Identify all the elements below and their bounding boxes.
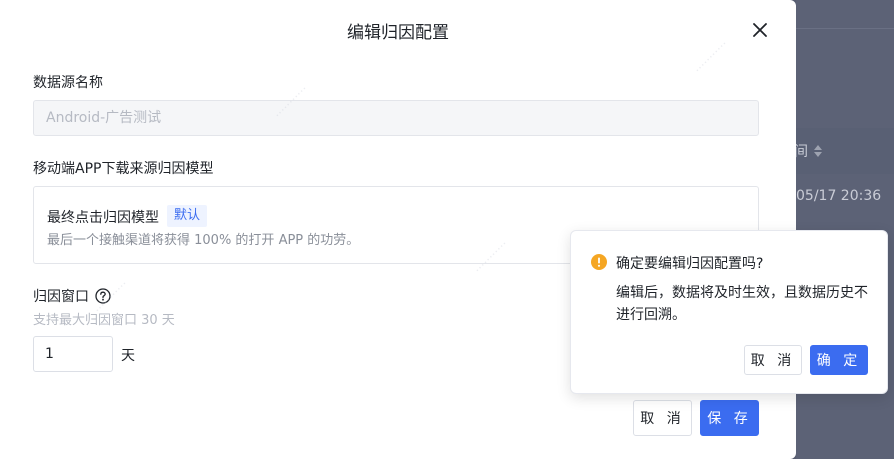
close-icon — [753, 23, 767, 37]
help-icon[interactable] — [95, 288, 111, 304]
popover-title: 确定要编辑归因配置吗? — [616, 256, 764, 272]
confirm-popover: 确定要编辑归因配置吗? 编辑后，数据将及时生效，且数据历史不进行回溯。 取 消 … — [570, 230, 888, 394]
attribution-window-label: 归因窗口 — [33, 286, 111, 306]
close-button[interactable] — [749, 19, 771, 41]
popover-cancel-button[interactable]: 取 消 — [744, 345, 802, 375]
warning-icon — [591, 254, 607, 274]
popover-body: 编辑后，数据将及时生效，且数据历史不进行回溯。 — [616, 285, 868, 323]
attribution-model-label: 移动端APP下载来源归因模型 — [33, 161, 214, 177]
save-button[interactable]: 保 存 — [700, 400, 759, 436]
modal-title: 编辑归因配置 — [347, 23, 449, 43]
attribution-window-input[interactable]: 1 — [33, 336, 113, 372]
model-description: 最后一个接触渠道将获得 100% 的打开 APP 的功劳。 — [47, 233, 360, 248]
cancel-button[interactable]: 取 消 — [633, 400, 692, 436]
data-source-input: Android-广告测试 — [33, 100, 759, 136]
popover-confirm-button[interactable]: 确 定 — [810, 345, 868, 375]
default-badge: 默认 — [167, 205, 208, 227]
model-name: 最终点击归因模型 — [47, 210, 159, 226]
sort-icon — [814, 145, 822, 157]
attribution-window-label-text: 归因窗口 — [33, 289, 89, 305]
watermark: ··········· — [691, 37, 731, 77]
data-source-label: 数据源名称 — [33, 75, 103, 91]
background-column-header: 间 — [794, 128, 894, 174]
background-table-cell: 05/17 20:36 — [796, 188, 882, 204]
background-divider — [796, 28, 894, 29]
background-column-header-label: 间 — [794, 144, 808, 160]
attribution-window-hint: 支持最大归因窗口 30 天 — [33, 313, 175, 328]
attribution-window-unit: 天 — [121, 348, 135, 364]
